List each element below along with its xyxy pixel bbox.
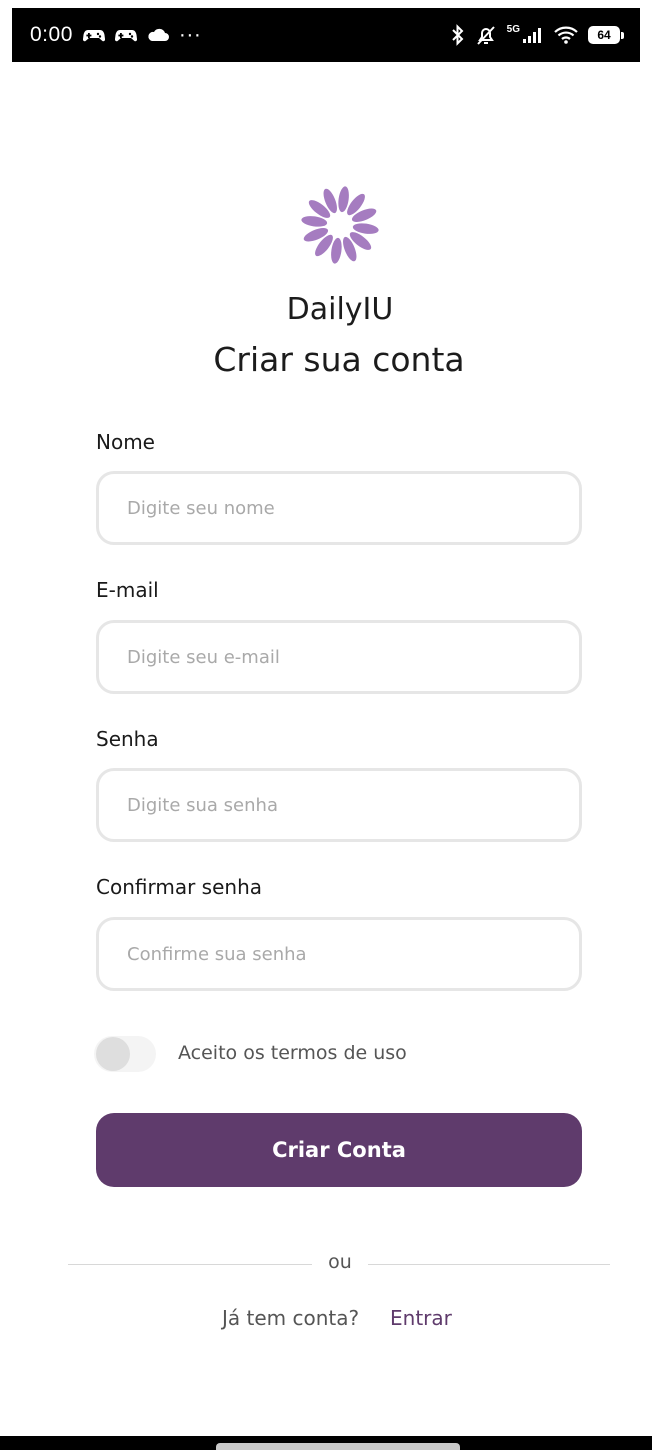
app-name: DailyIU (286, 292, 394, 327)
email-label: E-mail (96, 578, 159, 602)
password-label: Senha (96, 727, 159, 751)
divider-line-right (368, 1264, 610, 1265)
confirm-password-label: Confirmar senha (96, 875, 262, 899)
confirm-password-input[interactable] (96, 917, 582, 991)
login-prompt: Já tem conta? (222, 1306, 360, 1330)
game-controller-icon (114, 27, 137, 43)
wifi-icon (554, 26, 578, 44)
status-time: 0:00 (30, 23, 73, 46)
status-bar-right: 5G 64 (451, 24, 624, 46)
terms-label: Aceito os termos de uso (178, 1042, 407, 1064)
bell-muted-icon (475, 24, 497, 46)
logo-petals (301, 186, 379, 264)
email-input[interactable] (96, 620, 582, 694)
status-bar: 0:00 ··· 5G 64 (12, 8, 640, 62)
name-input[interactable] (96, 471, 582, 545)
home-indicator[interactable] (216, 1443, 460, 1450)
bluetooth-icon (451, 24, 465, 46)
battery-icon: 64 (588, 26, 624, 44)
battery-level: 64 (588, 26, 620, 44)
flower-logo-icon (301, 186, 379, 264)
status-bar-left: 0:00 ··· (30, 23, 201, 47)
network-type-label: 5G (506, 23, 520, 35)
password-input[interactable] (96, 768, 582, 842)
login-link[interactable]: Entrar (390, 1306, 452, 1330)
signal-bars-icon (522, 26, 544, 44)
page-title: Criar sua conta (213, 340, 465, 379)
cloud-icon (147, 28, 169, 42)
game-controller-icon (82, 27, 105, 43)
name-label: Nome (96, 430, 155, 454)
divider-line-left (68, 1264, 312, 1265)
battery-tip (621, 31, 624, 39)
terms-toggle[interactable] (94, 1036, 156, 1072)
terms-toggle-knob (96, 1037, 130, 1071)
more-notifications-indicator: ··· (178, 23, 202, 46)
divider-text: ou (328, 1251, 352, 1273)
create-account-button[interactable]: Criar Conta (96, 1113, 582, 1187)
screen-top-margin (0, 0, 652, 8)
